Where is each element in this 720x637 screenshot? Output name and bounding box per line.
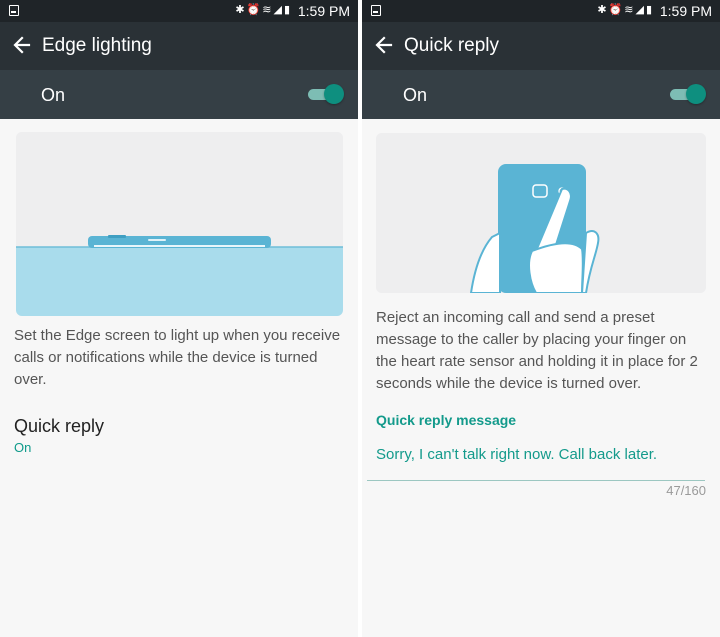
quick-reply-title: Quick reply <box>14 416 105 436</box>
master-switch-label: On <box>41 85 66 105</box>
bluetooth-icon: ✱ <box>235 3 247 16</box>
input-underline <box>367 480 705 481</box>
feature-description: Set the Edge screen to light up when you… <box>14 327 341 388</box>
phone-on-surface-illustration <box>16 132 343 316</box>
quick-reply-message-label: Quick reply message <box>376 412 517 428</box>
master-switch-label: On <box>403 85 428 105</box>
status-icons: ✱⏰≋◢▮ <box>235 3 292 16</box>
back-arrow-icon[interactable] <box>374 34 394 56</box>
notification-icon <box>9 5 19 16</box>
status-icons: ✱⏰≋◢▮ <box>597 3 654 16</box>
signal-icon: ◢ <box>273 3 284 16</box>
app-bar: Quick reply <box>362 22 720 70</box>
wifi-icon: ≋ <box>262 3 274 16</box>
feature-description: Reject an incoming call and send a prese… <box>376 309 698 392</box>
master-switch-row[interactable]: On <box>362 70 720 119</box>
master-switch-toggle[interactable] <box>308 83 344 105</box>
app-bar: Edge lighting <box>0 22 358 70</box>
quick-reply-status: On <box>14 440 32 455</box>
alarm-icon: ⏰ <box>608 3 625 16</box>
signal-icon: ◢ <box>635 3 646 16</box>
toggle-thumb <box>686 84 706 104</box>
back-arrow-icon[interactable] <box>12 34 32 56</box>
master-switch-toggle[interactable] <box>670 83 706 105</box>
battery-icon: ▮ <box>645 3 654 16</box>
page-title: Edge lighting <box>42 35 152 56</box>
status-bar: ✱⏰≋◢▮ 1:59 PM <box>0 0 358 22</box>
bluetooth-icon: ✱ <box>597 3 609 16</box>
status-time: 1:59 PM <box>659 3 712 19</box>
edge-lighting-illustration <box>16 132 343 316</box>
hand-on-sensor-illustration <box>376 133 706 293</box>
quick-reply-screen: ✱⏰≋◢▮ 1:59 PM Quick reply On Reject an i… <box>362 0 720 637</box>
toggle-thumb <box>324 84 344 104</box>
alarm-icon: ⏰ <box>246 3 263 16</box>
page-title: Quick reply <box>404 35 500 56</box>
quick-reply-illustration <box>376 133 706 293</box>
status-time: 1:59 PM <box>297 3 350 19</box>
edge-lighting-screen: ✱⏰≋◢▮ 1:59 PM Edge lighting On Set the E… <box>0 0 358 637</box>
status-bar: ✱⏰≋◢▮ 1:59 PM <box>362 0 720 22</box>
master-switch-row[interactable]: On <box>0 70 358 119</box>
battery-icon: ▮ <box>283 3 292 16</box>
wifi-icon: ≋ <box>624 3 636 16</box>
notification-icon <box>371 5 381 16</box>
character-counter: 47/160 <box>666 483 706 498</box>
quick-reply-message-field[interactable]: Sorry, I can't talk right now. Call back… <box>376 446 657 463</box>
